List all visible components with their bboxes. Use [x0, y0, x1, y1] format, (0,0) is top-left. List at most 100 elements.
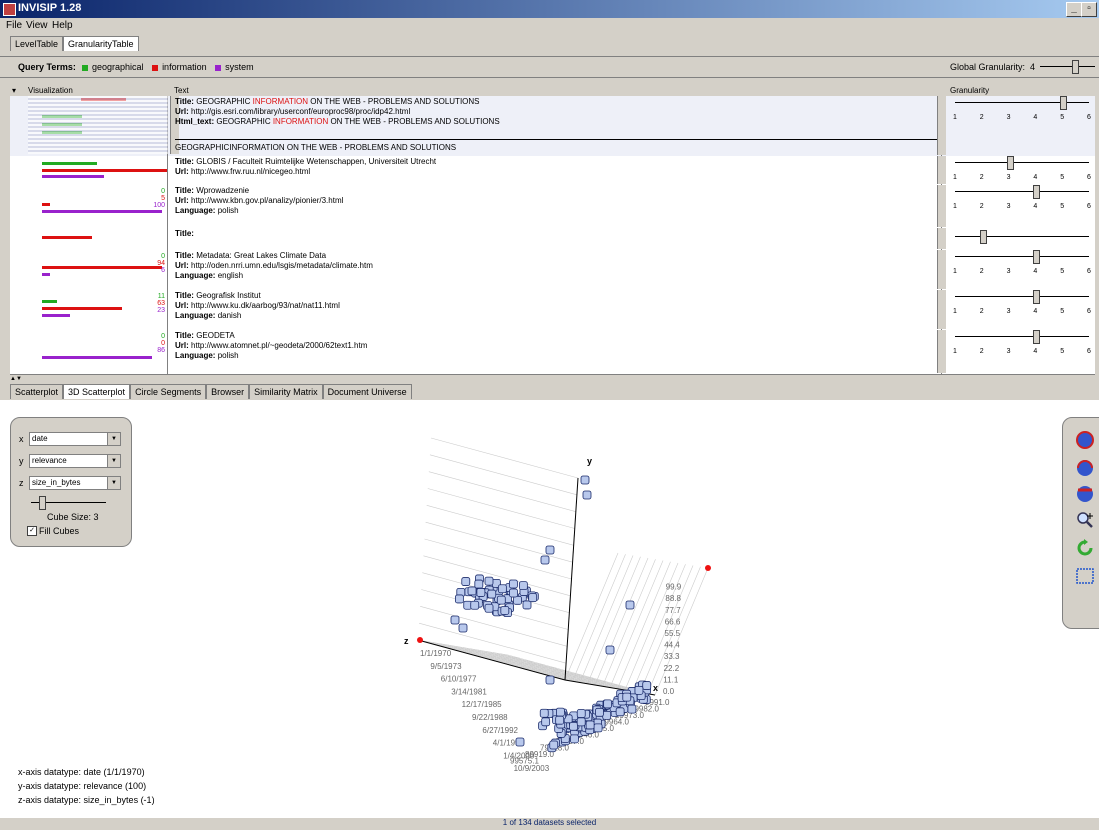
grid-line [424, 538, 572, 580]
menu-view[interactable]: View [26, 20, 48, 31]
fill-cubes-checkbox[interactable]: ✓ [27, 526, 37, 536]
z-axis-select[interactable]: size_in_bytes ▼ [29, 476, 121, 490]
tab-document-universe[interactable]: Document Universe [322, 384, 412, 399]
dropdown-arrow-icon[interactable]: ▼ [107, 433, 120, 445]
y-tick-label: 77.7 [665, 606, 681, 615]
tab-granularitytable[interactable]: GranularityTable [63, 36, 139, 51]
text-cell: Title: Wprowadzenie Url: http://www.kbn.g… [171, 185, 942, 228]
url-value[interactable]: http://www.kbn.gov.pl/analizy/pionier/3.… [191, 196, 343, 205]
y-axis-select[interactable]: relevance ▼ [29, 454, 121, 468]
zoom-icon[interactable] [1075, 510, 1095, 530]
global-granularity-label: Global Granularity: [950, 62, 1026, 72]
cube-size-label: Cube Size: 3 [47, 512, 99, 522]
cube-size-thumb[interactable] [39, 496, 46, 510]
table-row[interactable]: 0 0 86 Title: GEODETA Url: http://www.atomne… [10, 330, 1095, 375]
language-value: english [217, 271, 244, 280]
table-row[interactable]: 0 5 100 Title: Wprowadzenie Url: http://www.… [10, 185, 1095, 229]
y-tick-label: 55.5 [665, 629, 681, 638]
rotate-z-icon[interactable] [1075, 484, 1095, 504]
splitter-arrows[interactable]: ▲▼ [10, 376, 22, 382]
data-cube [528, 593, 538, 603]
tab-browser[interactable]: Browser [206, 384, 250, 399]
dropdown-arrow-icon[interactable]: ▼ [107, 455, 120, 467]
col-granularity[interactable]: Granularity [950, 86, 989, 95]
data-cube [518, 581, 528, 591]
granularity-thumb[interactable] [1060, 96, 1068, 110]
granularity-slider[interactable] [955, 236, 1089, 237]
grid-line [427, 488, 575, 529]
granularity-slider[interactable] [955, 162, 1089, 163]
url-value[interactable]: http://www.frw.ruu.nl/nicegeo.html [191, 167, 310, 176]
data-cube [500, 606, 510, 615]
grid-line [564, 552, 619, 681]
text-scrollbar[interactable] [937, 96, 946, 155]
table-row[interactable]: Title: GEOGRAPHIC INFORMATION ON THE WEB… [10, 96, 1095, 157]
granularity-tick: 3 [1006, 114, 1011, 121]
granularity-thumb[interactable] [979, 230, 987, 244]
title-line: Title: [175, 229, 937, 239]
tab-3d-scatterplot[interactable]: 3D Scatterplot [63, 384, 131, 399]
tab-leveltable[interactable]: LevelTable [10, 36, 64, 51]
y-tick-label: 22.2 [664, 664, 680, 673]
rotate-y-icon[interactable] [1075, 458, 1095, 478]
granularity-slider[interactable] [955, 102, 1089, 103]
sort-icon[interactable]: ▾ [12, 86, 16, 95]
url-value[interactable]: http://gis.esri.com/library/userconf/eur… [191, 107, 410, 116]
menu-help[interactable]: Help [52, 20, 73, 31]
tab-scatterplot[interactable]: Scatterplot [10, 384, 64, 399]
granularity-thumb[interactable] [1033, 330, 1041, 344]
table-row[interactable]: 0 94 6 Title: Metadata: Great Lakes Climate… [10, 250, 1095, 291]
granularity-thumb[interactable] [1033, 185, 1041, 199]
term-count: 5 [161, 195, 165, 202]
select-rect-icon[interactable] [1075, 566, 1095, 586]
granularity-thumb[interactable] [1006, 156, 1014, 170]
status-bar: 1 of 134 datasets selected [0, 818, 1099, 830]
col-visualization[interactable]: Visualization [28, 86, 73, 95]
scatterplot-3d[interactable]: y z x 0.0 11.1 22.2 33.3 44.4 55.5 66.6 77.7 88.8 99… [0, 400, 1099, 820]
maximize-button[interactable]: ▫ [1081, 2, 1097, 17]
data-cube [522, 600, 532, 610]
title-value: GEODETA [196, 331, 235, 340]
y-axis-title: y [587, 456, 592, 466]
text-scrollbar[interactable] [937, 290, 946, 329]
query-term-geographical: geographical [92, 62, 144, 72]
x-axis-select[interactable]: date ▼ [29, 432, 121, 446]
granularity-thumb[interactable] [1033, 290, 1041, 304]
url-value[interactable]: http://oden.nrri.umn.edu/lsgis/metadata/… [191, 261, 373, 270]
minimize-button[interactable]: _ [1066, 2, 1082, 17]
table-row[interactable]: 11 63 23 Title: Geografisk Institut Url: htt… [10, 290, 1095, 331]
tab-similarity-matrix[interactable]: Similarity Matrix [249, 384, 323, 399]
table-row[interactable]: Title: [10, 228, 1095, 251]
data-cube [622, 692, 632, 702]
url-value[interactable]: http://www.ku.dk/aarbog/93/nat/nat11.htm… [191, 301, 340, 310]
rotate-x-icon[interactable] [1075, 430, 1095, 450]
text-scrollbar[interactable] [937, 330, 946, 373]
col-text[interactable]: Text [174, 86, 189, 95]
granularity-thumb[interactable] [1033, 250, 1041, 264]
term-bar [42, 300, 57, 303]
text-scrollbar[interactable] [937, 156, 946, 184]
tab-circle-segments[interactable]: Circle Segments [130, 384, 207, 399]
url-value[interactable]: http://www.atomnet.pl/~geodeta/2000/62te… [191, 341, 367, 350]
granularity-slider[interactable] [955, 296, 1089, 297]
granularity-slider[interactable] [955, 256, 1089, 257]
text-scrollbar[interactable] [937, 228, 946, 249]
granularity-slider[interactable] [955, 336, 1089, 337]
x-tick-label: 3/14/1981 [451, 687, 487, 696]
text-scrollbar[interactable] [937, 185, 946, 227]
x-axis-info: x-axis datatype: date (1/1/1970) [18, 767, 145, 777]
granularity-slider[interactable] [955, 191, 1089, 192]
html-label: Html_text: [175, 117, 215, 126]
app-icon [3, 3, 16, 16]
granularity-tick: 1 [953, 348, 957, 355]
global-granularity-slider[interactable] [1040, 66, 1095, 67]
global-granularity-thumb[interactable] [1072, 60, 1079, 74]
refresh-icon[interactable] [1075, 538, 1095, 558]
table-row[interactable]: Title: GLOBIS / Faculteit Ruimtelijke We… [10, 156, 1095, 186]
title-line: Title: Geografisk Institut [175, 291, 937, 301]
query-term-list: geographical information system [76, 62, 254, 72]
dropdown-arrow-icon[interactable]: ▼ [107, 477, 120, 489]
granularity-tick: 6 [1087, 308, 1091, 315]
menu-file[interactable]: File [6, 20, 22, 31]
text-scrollbar[interactable] [937, 250, 946, 289]
